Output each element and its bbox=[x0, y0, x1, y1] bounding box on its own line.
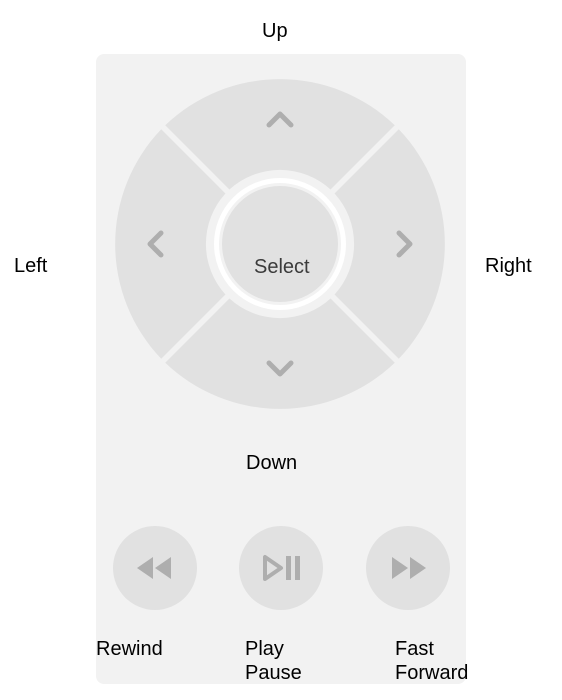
label-left: Left bbox=[14, 255, 47, 278]
chevron-up-icon bbox=[265, 105, 295, 135]
dpad-select-button[interactable] bbox=[222, 186, 338, 302]
play-pause-icon bbox=[239, 526, 323, 610]
chevron-down-icon bbox=[265, 353, 295, 383]
label-fast-forward-1: Fast bbox=[395, 638, 434, 661]
fast-forward-button[interactable] bbox=[366, 526, 450, 610]
label-fast-forward-2: Forward bbox=[395, 662, 468, 685]
label-right: Right bbox=[485, 255, 532, 278]
dpad bbox=[114, 78, 446, 410]
label-select: Select bbox=[254, 256, 310, 279]
label-play-pause-1: Play bbox=[245, 638, 284, 661]
rewind-button[interactable] bbox=[113, 526, 197, 610]
rewind-icon bbox=[113, 526, 197, 610]
fast-forward-icon bbox=[366, 526, 450, 610]
label-play-pause-2: Pause bbox=[245, 662, 302, 685]
chevron-right-icon bbox=[389, 229, 419, 259]
play-pause-button[interactable] bbox=[239, 526, 323, 610]
label-rewind: Rewind bbox=[96, 638, 163, 661]
chevron-left-icon bbox=[141, 229, 171, 259]
label-up: Up bbox=[262, 20, 288, 43]
label-down: Down bbox=[246, 452, 297, 475]
